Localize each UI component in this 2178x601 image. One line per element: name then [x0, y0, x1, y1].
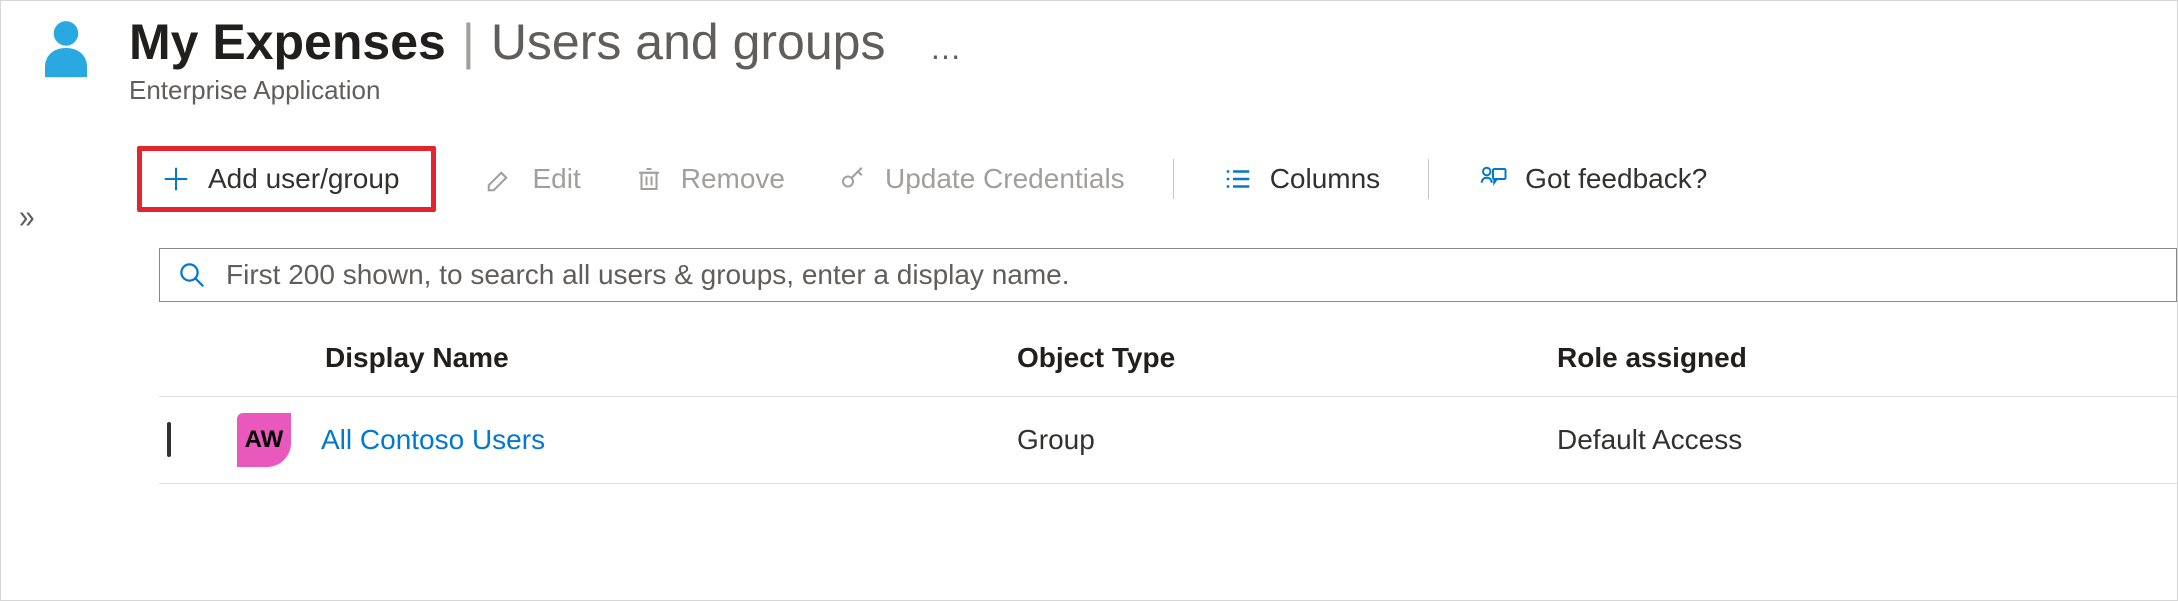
columns-button[interactable]: Columns: [1218, 157, 1384, 201]
search-icon: [176, 259, 208, 291]
app-name: My Expenses: [129, 13, 446, 71]
col-role[interactable]: Role assigned: [1557, 342, 2169, 374]
search-box[interactable]: [159, 248, 2177, 302]
col-display-name[interactable]: Display Name: [237, 342, 1017, 374]
results-table: Display Name Object Type Role assigned A…: [159, 328, 2177, 484]
edit-label: Edit: [532, 163, 580, 195]
pencil-icon: [484, 163, 516, 195]
update-credentials-button: Update Credentials: [833, 157, 1129, 201]
app-icon: [31, 13, 101, 88]
col-object-type[interactable]: Object Type: [1017, 342, 1557, 374]
role-cell: Default Access: [1557, 424, 2169, 456]
toolbar-divider: [1173, 159, 1174, 199]
plus-icon: [160, 163, 192, 195]
columns-icon: [1222, 163, 1254, 195]
update-credentials-label: Update Credentials: [885, 163, 1125, 195]
object-type-cell: Group: [1017, 424, 1557, 456]
key-icon: [837, 163, 869, 195]
trash-icon: [633, 163, 665, 195]
table-row: AW All Contoso Users Group Default Acces…: [159, 397, 2177, 484]
search-input[interactable]: [226, 259, 2160, 291]
remove-button: Remove: [629, 157, 789, 201]
row-checkbox[interactable]: [167, 422, 171, 457]
page-title: Users and groups: [491, 13, 886, 71]
toolbar-divider: [1428, 159, 1429, 199]
more-actions-button[interactable]: …: [929, 30, 963, 67]
command-bar: Add user/group Edit Remove Update Creden…: [137, 146, 2177, 212]
feedback-button[interactable]: Got feedback?: [1473, 157, 1711, 201]
title-separator: |: [462, 13, 475, 71]
avatar: AW: [237, 413, 291, 467]
remove-label: Remove: [681, 163, 785, 195]
page-header: My Expenses | Users and groups … Enterpr…: [31, 13, 2177, 106]
edit-button: Edit: [480, 157, 584, 201]
expand-nav-handle[interactable]: »: [19, 198, 35, 236]
feedback-label: Got feedback?: [1525, 163, 1707, 195]
highlight-add-user: Add user/group: [137, 146, 436, 212]
table-header: Display Name Object Type Role assigned: [159, 328, 2177, 397]
add-user-group-label: Add user/group: [208, 163, 399, 195]
add-user-group-button[interactable]: Add user/group: [156, 157, 403, 201]
feedback-icon: [1477, 163, 1509, 195]
columns-label: Columns: [1270, 163, 1380, 195]
page-subtitle: Enterprise Application: [129, 75, 963, 106]
display-name-link[interactable]: All Contoso Users: [321, 424, 545, 456]
